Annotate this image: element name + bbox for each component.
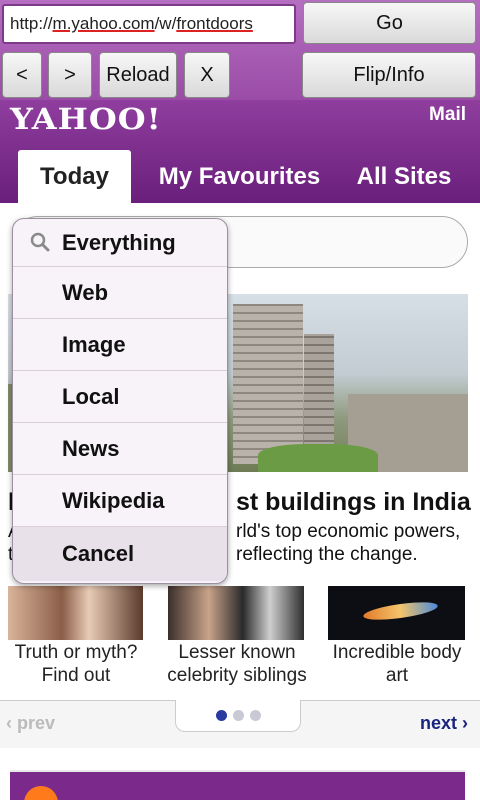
url-input[interactable]: http://m.yahoo.com/w/frontdoors <box>2 4 296 44</box>
url-sep: /w/ <box>154 14 177 33</box>
url-path: frontdoors <box>176 14 253 33</box>
dropdown-item-label: Everything <box>62 229 176 255</box>
browser-toolbar: http://m.yahoo.com/w/frontdoors Go < > R… <box>0 0 480 100</box>
prev-label: prev <box>17 713 56 733</box>
dropdown-item-label: Local <box>62 383 120 409</box>
dropdown-item-label: News <box>62 435 120 461</box>
forward-button[interactable]: > <box>48 52 92 98</box>
banner-icon <box>24 786 58 800</box>
page-dot[interactable] <box>249 710 261 721</box>
dropdown-item-label: Wikipedia <box>62 487 165 513</box>
body-art-figure <box>362 598 439 624</box>
search-icon <box>30 232 50 252</box>
dropdown-item-local[interactable]: Local <box>13 371 227 423</box>
bottom-banner[interactable] <box>10 770 465 800</box>
next-label: next <box>419 713 457 733</box>
cancel-label: Cancel <box>62 541 135 566</box>
url-prefix: http:// <box>10 14 53 33</box>
thumb-celebrity-siblings[interactable] <box>168 586 304 640</box>
prev-link[interactable]: ‹ prev <box>6 713 55 734</box>
back-button[interactable]: < <box>2 52 42 98</box>
next-link[interactable]: next › <box>420 713 468 734</box>
chevron-right-icon: › <box>457 713 468 733</box>
tab-my-favourites[interactable]: My Favourites <box>152 150 327 203</box>
search-type-dropdown: Everything Web Image Local News Wikipedi… <box>12 218 228 584</box>
tab-all-sites[interactable]: All Sites <box>348 150 460 203</box>
summary-line2-end: reflecting the change. <box>236 544 418 565</box>
dropdown-item-web[interactable]: Web <box>13 267 227 319</box>
thumb-truth-or-myth[interactable] <box>8 586 143 640</box>
dropdown-item-everything[interactable]: Everything <box>13 219 227 267</box>
pager: ‹ prev next › <box>0 700 480 748</box>
dropdown-item-label: Web <box>62 279 109 305</box>
reload-button[interactable]: Reload <box>99 52 177 98</box>
page-dot[interactable] <box>232 710 244 721</box>
page-dot[interactable] <box>215 710 227 721</box>
dropdown-item-label: Image <box>62 331 126 357</box>
chevron-left-icon: ‹ <box>6 713 17 733</box>
mail-link[interactable]: Mail <box>429 104 466 126</box>
headline-end: st buildings in India <box>236 488 471 516</box>
go-button[interactable]: Go <box>303 2 476 44</box>
hero-tower <box>233 304 303 464</box>
flip-info-button[interactable]: Flip/Info <box>302 52 476 98</box>
dropdown-item-wikipedia[interactable]: Wikipedia <box>13 475 227 527</box>
tab-today[interactable]: Today <box>18 150 131 203</box>
thumb-caption[interactable]: Lesser known celebrity siblings <box>162 641 312 687</box>
yahoo-logo[interactable]: YAHOO! <box>10 102 162 136</box>
page-dots <box>175 700 301 732</box>
summary-line1-end: rld's top economic powers, <box>236 521 461 542</box>
dropdown-item-image[interactable]: Image <box>13 319 227 371</box>
dropdown-cancel-button[interactable]: Cancel <box>13 527 227 581</box>
thumb-caption[interactable]: Truth or myth? Find out <box>6 641 146 687</box>
hero-lawn <box>258 444 378 472</box>
url-host: m.yahoo.com <box>52 14 155 33</box>
thumb-body-art[interactable] <box>328 586 465 640</box>
dropdown-item-news[interactable]: News <box>13 423 227 475</box>
stop-button[interactable]: X <box>184 52 230 98</box>
thumb-caption[interactable]: Incredible body art <box>326 641 468 687</box>
